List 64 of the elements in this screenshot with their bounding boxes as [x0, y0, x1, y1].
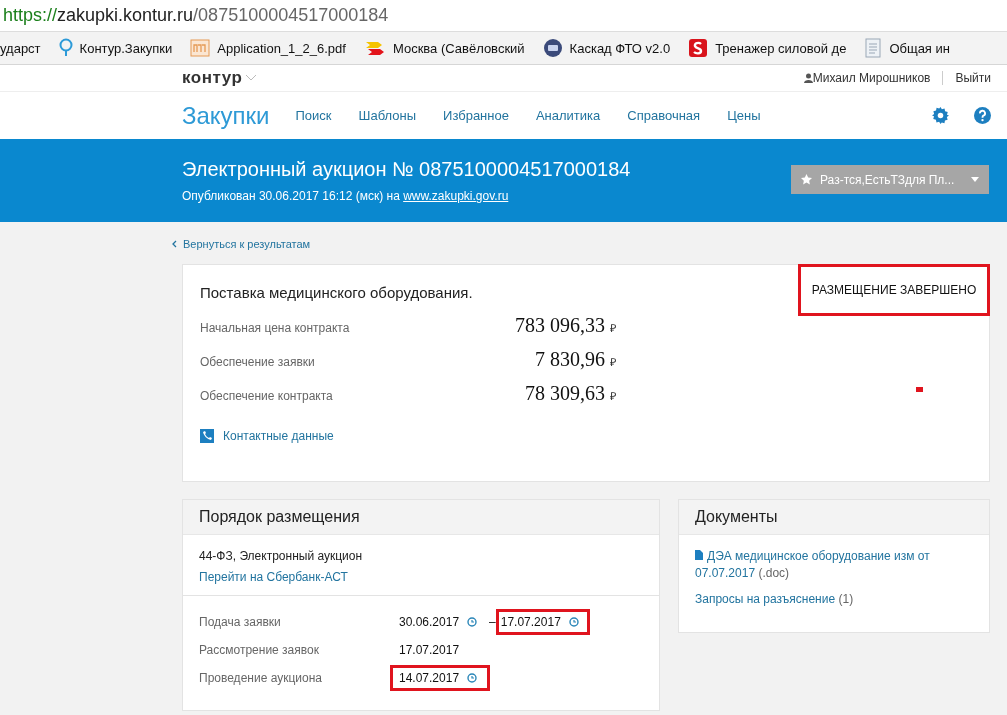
- back-link[interactable]: Вернуться к результатам: [172, 238, 990, 250]
- law-info: 44-ФЗ, Электронный аукцион: [199, 549, 364, 563]
- annotation-mark: [916, 387, 923, 392]
- date-value: 14.07.2017: [399, 671, 460, 685]
- chevron-icon: [172, 240, 177, 248]
- site-link[interactable]: www.zakupki.gov.ru: [403, 189, 509, 203]
- currency-sign: ₽: [610, 389, 616, 403]
- person-icon: [803, 73, 813, 83]
- card-title: Документы: [679, 500, 989, 535]
- clock-icon[interactable]: [568, 617, 579, 627]
- currency-sign: ₽: [610, 355, 616, 369]
- field-label: Обеспечение контракта: [200, 389, 334, 403]
- document-link[interactable]: ДЭА медицинское оборудование изм от 07.07.2017 (.doc): [695, 548, 973, 582]
- disc-icon: [542, 38, 563, 58]
- currency-sign: ₽: [610, 321, 616, 335]
- nav-link[interactable]: Аналитика: [535, 108, 601, 123]
- nav-link[interactable]: Шаблоны: [358, 108, 417, 123]
- contacts-link[interactable]: Контактные данные: [200, 429, 989, 443]
- published-info: Опубликован 30.06.2017 16:12 (мск) на www.zakupki.gov.ru: [182, 189, 510, 203]
- lightbulb-icon: [58, 38, 73, 58]
- nav-link[interactable]: Справочная: [627, 108, 701, 123]
- document-link[interactable]: Запросы на разъяснение (1): [695, 591, 973, 608]
- caret-icon: [971, 177, 979, 182]
- logout-link[interactable]: Выйти: [955, 71, 991, 85]
- page-title: Электронный аукцион № 0875100004517000184: [182, 158, 632, 181]
- bookmark[interactable]: ударст: [0, 40, 50, 56]
- field-label: Начальная цена контракта: [200, 321, 351, 335]
- clock-icon[interactable]: [467, 673, 478, 683]
- amount-value: 78 309,63: [524, 382, 605, 405]
- letter-badge-icon: [688, 38, 709, 58]
- clock-icon[interactable]: [467, 617, 478, 627]
- nav-link[interactable]: Цены: [727, 108, 761, 123]
- platform-link[interactable]: Перейти на Сбербанк-АСТ: [199, 570, 348, 584]
- date-value: 17.07.2017: [500, 615, 561, 629]
- date-value: 17.07.2017: [399, 643, 460, 657]
- field-label: Рассмотрение заявок: [199, 643, 320, 657]
- bookmark[interactable]: Application_1_2_6.pdf: [181, 39, 355, 57]
- amount-value: 783 096,33: [514, 314, 605, 337]
- card-title: Порядок размещения: [183, 500, 659, 535]
- dash: –: [489, 615, 496, 629]
- field-label: Проведение аукциона: [199, 671, 323, 685]
- page-icon: [864, 38, 883, 58]
- settings-icon[interactable]: [932, 107, 949, 124]
- address-field[interactable]: https://zakupki.kontur.ru/0875100004517000184: [0, 0, 1007, 32]
- document-icon: [695, 550, 703, 560]
- date-value: 30.06.2017: [399, 615, 460, 629]
- bookmark[interactable]: Москва (Савёловский: [354, 39, 534, 57]
- phone-icon: [200, 429, 214, 443]
- field-label: Подача заявки: [199, 615, 282, 629]
- bookmark[interactable]: Тренажер силовой де: [679, 38, 856, 58]
- star-icon: [801, 174, 812, 185]
- bookmark[interactable]: Контур.Закупки: [49, 38, 182, 58]
- bookmark[interactable]: Каскад ФТО v2.0: [533, 38, 680, 58]
- help-icon[interactable]: [974, 107, 991, 124]
- user-name[interactable]: Михаил Мирошников: [812, 71, 931, 85]
- field-label: Обеспечение заявки: [200, 355, 316, 369]
- amount-value: 7 830,96: [534, 348, 605, 371]
- nav-link[interactable]: Избранное: [443, 108, 509, 123]
- logo[interactable]: контур: [182, 68, 243, 88]
- nav-link[interactable]: Поиск: [295, 108, 332, 123]
- status-label: РАЗМЕЩЕНИЕ ЗАВЕРШЕНО: [811, 283, 977, 297]
- document-icon: [190, 39, 211, 57]
- purchase-subject: Поставка медицинского оборудования.: [200, 284, 473, 301]
- bookmark[interactable]: Общая ин: [855, 38, 959, 58]
